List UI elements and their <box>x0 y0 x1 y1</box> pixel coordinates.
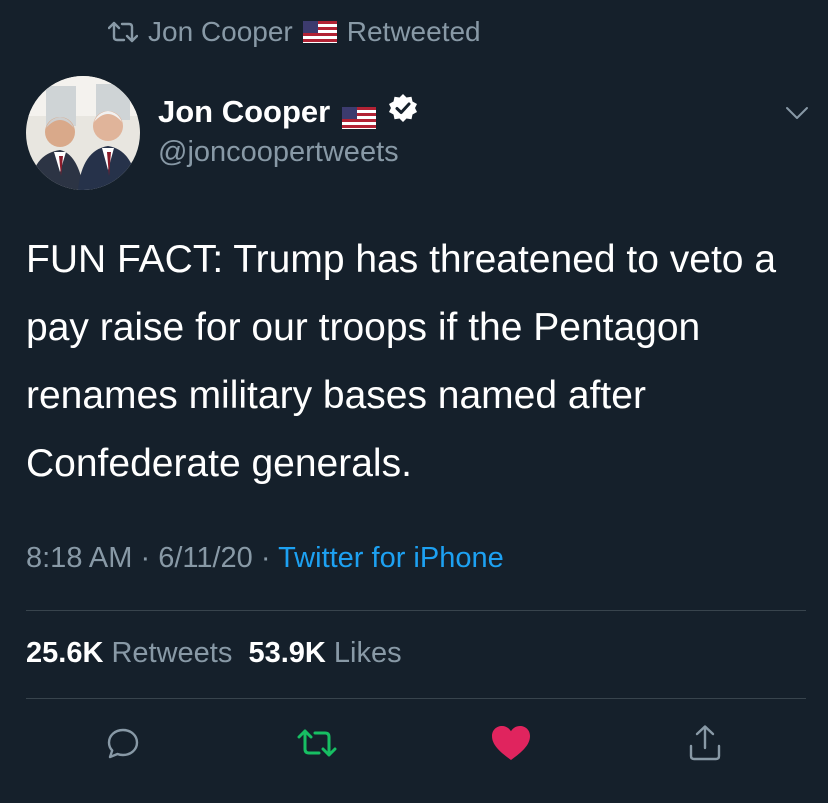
reply-button[interactable] <box>100 722 146 768</box>
likes-stat[interactable]: 53.9K Likes <box>248 637 401 669</box>
retweeted-label: Retweeted <box>346 16 481 47</box>
meta-separator: · <box>140 542 159 574</box>
retweeter-name[interactable]: Jon Cooper <box>148 16 293 48</box>
tweet-meta: 8:18 AM · 6/11/20 · Twitter for iPhone <box>26 542 504 575</box>
tweet-text: FUN FACT: Trump has threatened to veto a… <box>26 238 777 485</box>
like-icon <box>490 724 532 767</box>
chevron-down-icon[interactable] <box>782 98 812 128</box>
retweets-label: Retweets <box>111 637 233 669</box>
retweet-icon <box>108 20 138 44</box>
avatar[interactable] <box>26 76 140 190</box>
tweet-date: 6/11/20 <box>158 542 253 574</box>
divider <box>26 610 806 611</box>
share-button[interactable] <box>682 722 728 768</box>
retweets-stat[interactable]: 25.6K Retweets <box>26 637 232 669</box>
retweet-button[interactable] <box>294 722 340 768</box>
retweet-icon <box>297 727 337 764</box>
meta-separator: · <box>260 542 279 574</box>
author-name[interactable]: Jon Cooper <box>158 94 330 130</box>
like-button[interactable] <box>488 722 534 768</box>
us-flag-icon <box>302 21 337 43</box>
likes-label: Likes <box>333 637 402 669</box>
tweet-source-link[interactable]: Twitter for iPhone <box>278 542 504 574</box>
reply-icon <box>105 725 141 766</box>
author-name-row[interactable]: Jon Cooper <box>158 92 418 132</box>
likes-count: 53.9K <box>248 637 326 669</box>
verified-badge-icon <box>388 93 418 131</box>
retweets-count: 25.6K <box>26 637 104 669</box>
author-handle[interactable]: @joncoopertweets <box>158 136 399 169</box>
us-flag-icon <box>342 101 377 129</box>
divider <box>26 698 806 699</box>
share-icon <box>687 724 723 767</box>
tweet-stats: 25.6K Retweets 53.9K Likes <box>26 637 402 670</box>
tweet-time: 8:18 AM <box>26 542 133 574</box>
retweet-context[interactable]: Jon Cooper Retweeted <box>108 14 481 50</box>
